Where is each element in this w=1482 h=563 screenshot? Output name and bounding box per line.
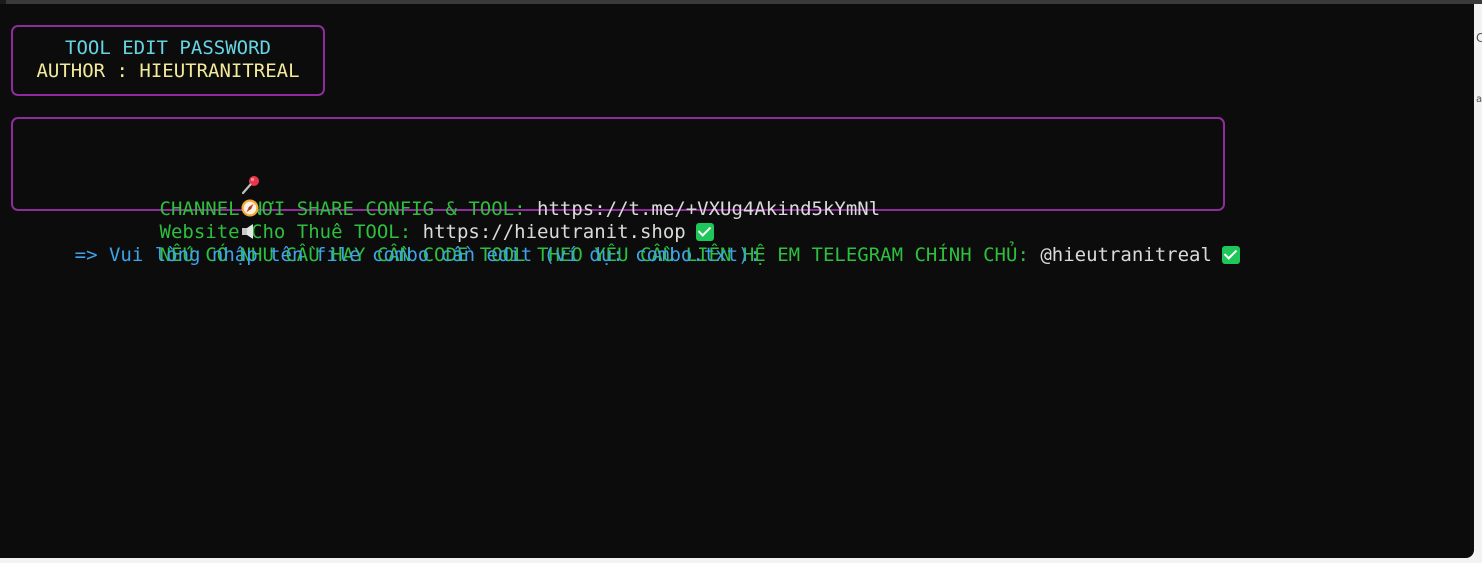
header-box: TOOL EDIT PASSWORD AUTHOR : HIEUTRANITRE… (11, 25, 325, 96)
speaker-icon (126, 198, 253, 239)
telegram-handle[interactable]: @hieutranitreal (1040, 244, 1212, 266)
prompt-text: => Vui lòng nhập tên file combo cần edit… (74, 244, 761, 266)
terminal-output[interactable]: TOOL EDIT PASSWORD AUTHOR : HIEUTRANITRE… (0, 4, 1474, 558)
input-prompt[interactable]: => Vui lòng nhập tên file combo cần edit… (6, 221, 761, 290)
gutter-glyph: a (1476, 94, 1482, 105)
right-gutter (1474, 4, 1482, 563)
pushpin-icon (126, 152, 259, 195)
channel-line: CHANNEL NƠI SHARE CONFIG & TOOL: https:/… (34, 129, 1223, 220)
author-line: AUTHOR : HIEUTRANITREAL (36, 60, 300, 82)
check-mark-icon (1221, 246, 1240, 264)
links-box: CHANNEL NƠI SHARE CONFIG & TOOL: https:/… (11, 117, 1240, 266)
window-frame: TOOL EDIT PASSWORD AUTHOR : HIEUTRANITRE… (0, 0, 1482, 563)
gutter-glyph: C (1476, 31, 1482, 45)
compass-icon (126, 175, 259, 217)
tool-title: TOOL EDIT PASSWORD (65, 37, 271, 59)
